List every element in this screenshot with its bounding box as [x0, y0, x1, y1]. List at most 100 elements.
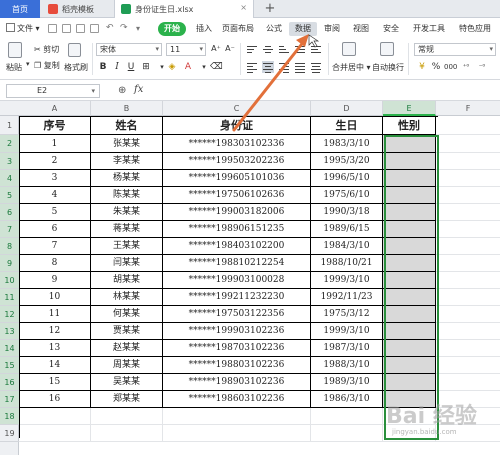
cell-d5[interactable]: 1975/6/10 [311, 187, 383, 204]
cell-c18[interactable] [163, 408, 311, 425]
cell-c11[interactable]: ******199211232230 [163, 289, 311, 306]
menu-file[interactable]: 文件 ▾ [6, 22, 40, 36]
align-bottom-icon[interactable] [278, 44, 290, 56]
cell-c10[interactable]: ******199903100028 [163, 272, 311, 289]
menu-view[interactable]: 视图 [353, 22, 369, 36]
cell-b2[interactable]: 张某某 [91, 135, 163, 153]
new-tab-button[interactable]: + [262, 0, 278, 18]
redo-icon[interactable]: ↷ [120, 24, 129, 33]
cell-c7[interactable]: ******198906151235 [163, 221, 311, 238]
cell-d16[interactable]: 1989/3/10 [311, 374, 383, 391]
format-painter-button[interactable] [68, 43, 81, 57]
decrease-font-icon[interactable]: A⁻ [224, 43, 236, 55]
cell-b9[interactable]: 闫某某 [91, 255, 163, 272]
menu-data[interactable]: 数据 [289, 22, 317, 36]
cell-e16[interactable] [383, 374, 436, 391]
cell-b16[interactable]: 吴某某 [91, 374, 163, 391]
align-middle-icon[interactable] [262, 44, 274, 56]
cell-c8[interactable]: ******198403102200 [163, 238, 311, 255]
cell-f17[interactable] [436, 391, 500, 408]
row-header-19[interactable]: 19 [0, 425, 19, 442]
cell-e9[interactable] [383, 255, 436, 272]
row-header-13[interactable]: 13 [0, 323, 19, 340]
cell-f5[interactable] [436, 187, 500, 204]
cell-d7[interactable]: 1989/6/15 [311, 221, 383, 238]
cell-c15[interactable]: ******198803102236 [163, 357, 311, 374]
cell-b14[interactable]: 赵某某 [91, 340, 163, 357]
increase-font-icon[interactable]: A⁺ [210, 43, 222, 55]
row-header-11[interactable]: 11 [0, 289, 19, 306]
cell-a16[interactable]: 15 [19, 374, 91, 391]
cell-a3[interactable]: 2 [19, 153, 91, 170]
cell-f7[interactable] [436, 221, 500, 238]
cell-f10[interactable] [436, 272, 500, 289]
export-pdf-icon[interactable] [90, 24, 99, 33]
align-center-icon[interactable] [262, 61, 274, 73]
cell-b18[interactable] [91, 408, 163, 425]
font-color-icon[interactable]: A [182, 61, 194, 73]
print-preview-icon[interactable] [76, 24, 85, 33]
cell-c4[interactable]: ******199605101036 [163, 170, 311, 187]
bold-icon[interactable]: B [97, 61, 109, 73]
cell-c3[interactable]: ******199503202236 [163, 153, 311, 170]
cell-c13[interactable]: ******199903102236 [163, 323, 311, 340]
cell-a11[interactable]: 10 [19, 289, 91, 306]
cell-b3[interactable]: 李某某 [91, 153, 163, 170]
percent-icon[interactable]: % [430, 61, 442, 73]
cell-f6[interactable] [436, 204, 500, 221]
row-header-3[interactable]: 3 [0, 153, 19, 170]
column-header-d[interactable]: D [311, 101, 383, 116]
cell-b11[interactable]: 林某某 [91, 289, 163, 306]
menu-insert[interactable]: 插入 [196, 22, 212, 36]
undo-icon[interactable]: ↶ [106, 24, 115, 33]
cell-d15[interactable]: 1988/3/10 [311, 357, 383, 374]
cell-e4[interactable] [383, 170, 436, 187]
cell-b10[interactable]: 胡某某 [91, 272, 163, 289]
wrap-text-button[interactable] [380, 42, 394, 56]
paste-button[interactable] [8, 42, 22, 58]
column-header-f[interactable]: F [436, 101, 500, 116]
cell-c2[interactable]: ******198303102336 [163, 135, 311, 153]
cell-d17[interactable]: 1986/3/10 [311, 391, 383, 408]
cell-d3[interactable]: 1995/3/20 [311, 153, 383, 170]
cell-a4[interactable]: 3 [19, 170, 91, 187]
cell-a6[interactable]: 5 [19, 204, 91, 221]
cell-f19[interactable] [436, 425, 500, 442]
cell-e19[interactable] [383, 425, 436, 442]
row-header-2[interactable]: 2 [0, 135, 19, 153]
row-header-5[interactable]: 5 [0, 187, 19, 204]
menu-security[interactable]: 安全 [383, 22, 399, 36]
cell-f12[interactable] [436, 306, 500, 323]
cell-b5[interactable]: 陈某某 [91, 187, 163, 204]
cell-f15[interactable] [436, 357, 500, 374]
row-header-10[interactable]: 10 [0, 272, 19, 289]
row-header-18[interactable]: 18 [0, 408, 19, 425]
cell-e3[interactable] [383, 153, 436, 170]
cell-e15[interactable] [383, 357, 436, 374]
clear-format-icon[interactable]: ⌫ [210, 61, 223, 73]
thousands-icon[interactable]: 000 [444, 61, 457, 73]
cell-b1[interactable]: 姓名 [91, 116, 163, 135]
indent-increase-icon[interactable] [310, 44, 322, 56]
cell-e13[interactable] [383, 323, 436, 340]
column-header-c[interactable]: C [163, 101, 311, 116]
cell-c14[interactable]: ******198703102236 [163, 340, 311, 357]
cell-f3[interactable] [436, 153, 500, 170]
cell-c19[interactable] [163, 425, 311, 442]
menu-review[interactable]: 审阅 [324, 22, 340, 36]
distributed-align-icon[interactable] [310, 61, 322, 73]
cell-f14[interactable] [436, 340, 500, 357]
menu-developer[interactable]: 开发工具 [413, 22, 445, 36]
cell-e11[interactable] [383, 289, 436, 306]
row-header-9[interactable]: 9 [0, 255, 19, 272]
increase-decimal-icon[interactable]: ⁺⁰ [460, 61, 472, 73]
cell-a10[interactable]: 9 [19, 272, 91, 289]
cell-f1[interactable] [436, 116, 500, 135]
cell-e7[interactable] [383, 221, 436, 238]
row-header-7[interactable]: 7 [0, 221, 19, 238]
cell-e14[interactable] [383, 340, 436, 357]
column-header-a[interactable]: A [19, 101, 91, 116]
cell-e10[interactable] [383, 272, 436, 289]
cell-d19[interactable] [311, 425, 383, 442]
border-icon[interactable]: ⊞ [140, 61, 152, 73]
